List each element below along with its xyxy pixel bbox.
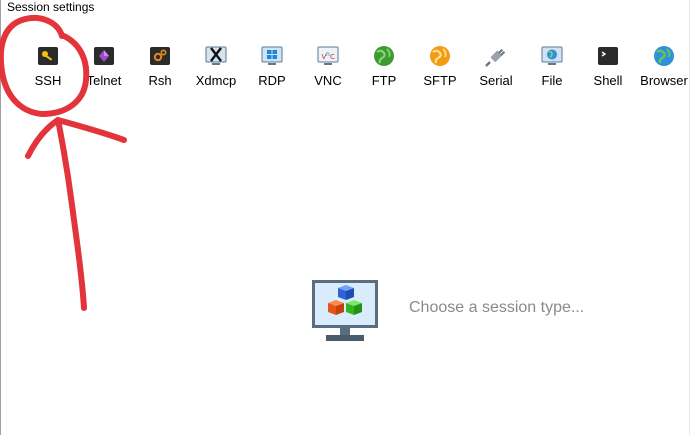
session-type-telnet-button[interactable]: Telnet (76, 44, 132, 94)
xdmcp-label: Xdmcp (195, 73, 237, 88)
x-display-icon (205, 46, 227, 65)
file-label: File (541, 73, 563, 88)
annotation-arrow-shaft (55, 117, 87, 311)
session-type-rdp-button[interactable]: RDP (244, 44, 300, 94)
serial-label: Serial (479, 73, 513, 88)
ftp-label: FTP (371, 73, 397, 88)
file-globe-monitor-icon (541, 46, 563, 65)
session-type-file-button[interactable]: File (524, 44, 580, 94)
telnet-label: Telnet (86, 73, 122, 88)
key-icon (38, 47, 58, 65)
session-placeholder: Choose a session type... (310, 279, 690, 343)
choose-session-prompt: Choose a session type... (409, 299, 585, 316)
ftp-globe-icon (374, 46, 394, 66)
serial-plug-icon (485, 48, 506, 67)
session-type-browser-button[interactable]: Browser (636, 44, 690, 94)
rsh-label: Rsh (148, 73, 172, 88)
session-type-toolbar: SSH Telnet Rsh Xdmcp RDP V n C VNC FTP S… (0, 44, 690, 94)
svg-text:C: C (330, 53, 335, 61)
session-type-xdmcp-button[interactable]: Xdmcp (188, 44, 244, 94)
session-type-vnc-button[interactable]: V n C VNC (300, 44, 356, 94)
session-type-ssh-button[interactable]: SSH (20, 44, 76, 94)
windows-monitor-icon (261, 46, 283, 65)
session-type-ftp-button[interactable]: FTP (356, 44, 412, 94)
window-title: Session settings (7, 0, 95, 14)
sftp-globe-icon (430, 46, 450, 66)
rdp-label: RDP (258, 73, 286, 88)
session-cubes-monitor-icon (312, 280, 378, 341)
vnc-monitor-icon: V n C (317, 46, 339, 65)
annotation-arrowhead (25, 117, 127, 159)
rsh-gear-icon (150, 47, 170, 65)
terminal-icon (598, 47, 618, 65)
browser-label: Browser (640, 73, 688, 88)
browser-globe-icon (654, 46, 674, 66)
telnet-icon (94, 47, 114, 65)
session-type-sftp-button[interactable]: SFTP (412, 44, 468, 94)
sftp-label: SFTP (423, 73, 457, 88)
vnc-label: VNC (314, 73, 342, 88)
shell-label: Shell (593, 73, 623, 88)
session-type-rsh-button[interactable]: Rsh (132, 44, 188, 94)
session-type-serial-button[interactable]: Serial (468, 44, 524, 94)
session-type-shell-button[interactable]: Shell (580, 44, 636, 94)
ssh-label: SSH (34, 73, 62, 88)
